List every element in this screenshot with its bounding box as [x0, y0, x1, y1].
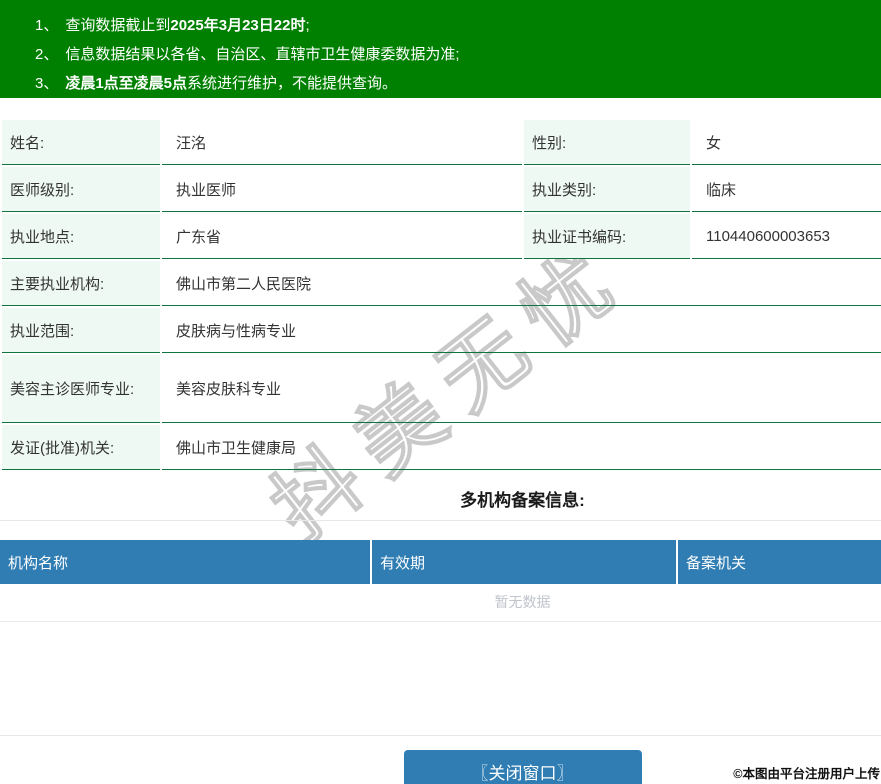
- info-row: 执业范围:皮肤病与性病专业: [2, 308, 881, 353]
- notice-text: 信息数据结果以各省、自治区、直辖市卫生健康委数据为准;: [65, 46, 459, 63]
- field-label: 美容主诊医师专业:: [2, 355, 160, 423]
- field-label: 性别:: [524, 120, 690, 165]
- close-window-button[interactable]: 〖关闭窗口〗: [404, 750, 642, 784]
- divider-top: [0, 520, 881, 521]
- field-label: 执业类别:: [524, 167, 690, 212]
- doctor-info-table: 姓名:汪洺性别:女医师级别:执业医师执业类别:临床执业地点:广东省执业证书编码:…: [0, 118, 881, 472]
- notice-number: 1、: [35, 17, 58, 34]
- field-value: 110440600003653: [692, 214, 881, 259]
- notice-line: 3、凌晨1点至凌晨5点系统进行维护，不能提供查询。: [35, 69, 881, 98]
- notice-number: 2、: [35, 46, 58, 63]
- field-value: 皮肤病与性病专业: [162, 308, 881, 353]
- field-label: 发证(批准)机关:: [2, 425, 160, 470]
- notice-text: 系统进行维护，不能提供查询。: [187, 75, 397, 92]
- filing-column-header: 有效期: [371, 540, 677, 584]
- info-row: 发证(批准)机关:佛山市卫生健康局: [2, 425, 881, 470]
- field-label: 主要执业机构:: [2, 261, 160, 306]
- notice-line: 2、信息数据结果以各省、自治区、直辖市卫生健康委数据为准;: [35, 40, 881, 69]
- info-row: 执业地点:广东省执业证书编码:110440600003653: [2, 214, 881, 259]
- field-value: 佛山市第二人民医院: [162, 261, 881, 306]
- notice-text: 查询数据截止到: [65, 17, 170, 34]
- info-row: 医师级别:执业医师执业类别:临床: [2, 167, 881, 212]
- notice-line: 1、查询数据截止到2025年3月23日22时;: [35, 11, 881, 40]
- field-value: 汪洺: [162, 120, 522, 165]
- field-value: 执业医师: [162, 167, 522, 212]
- divider-bottom: [0, 735, 881, 736]
- query-result-page: 抖美无忧 1、查询数据截止到2025年3月23日22时;2、信息数据结果以各省、…: [0, 0, 881, 784]
- filing-empty-row: 暂无数据: [0, 584, 881, 621]
- field-label: 医师级别:: [2, 167, 160, 212]
- field-value: 美容皮肤科专业: [162, 355, 881, 423]
- field-label: 执业证书编码:: [524, 214, 690, 259]
- field-label: 姓名:: [2, 120, 160, 165]
- main-content: 姓名:汪洺性别:女医师级别:执业医师执业类别:临床执业地点:广东省执业证书编码:…: [0, 118, 881, 784]
- filing-table-header: 机构名称有效期备案机关: [0, 540, 881, 584]
- field-value: 女: [692, 120, 881, 165]
- notice-bar: 1、查询数据截止到2025年3月23日22时;2、信息数据结果以各省、自治区、直…: [0, 0, 881, 98]
- field-label: 执业范围:: [2, 308, 160, 353]
- filing-section-title: 多机构备案信息:: [0, 486, 881, 508]
- upload-credit-text: ©本图由平台注册用户上传: [733, 763, 880, 782]
- notice-text: ;: [305, 17, 309, 34]
- filing-column-header: 机构名称: [0, 540, 371, 584]
- filing-table: 机构名称有效期备案机关 暂无数据: [0, 540, 881, 622]
- field-value: 佛山市卫生健康局: [162, 425, 881, 470]
- no-data-text: 暂无数据: [0, 584, 881, 621]
- field-value: 临床: [692, 167, 881, 212]
- notice-number: 3、: [35, 75, 58, 92]
- filing-column-header: 备案机关: [677, 540, 881, 584]
- notice-text: 凌晨1点至凌晨5点: [65, 75, 187, 92]
- field-label: 执业地点:: [2, 214, 160, 259]
- field-value: 广东省: [162, 214, 522, 259]
- info-row: 姓名:汪洺性别:女: [2, 120, 881, 165]
- notice-text: 2025年3月23日22时: [170, 17, 305, 34]
- info-row: 美容主诊医师专业:美容皮肤科专业: [2, 355, 881, 423]
- info-row: 主要执业机构:佛山市第二人民医院: [2, 261, 881, 306]
